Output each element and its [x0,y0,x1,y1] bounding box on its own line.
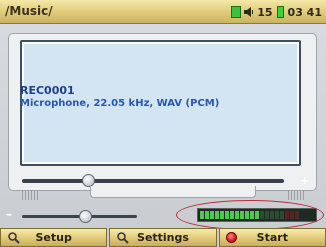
settings-label: Settings [137,231,189,244]
setup-label: Setup [35,231,72,244]
status-bar: /Music/ 15 03 41 [0,0,326,24]
hold-indicator-icon [231,6,242,18]
record-icon [225,232,237,243]
clock: 03 41 [287,5,322,19]
softkey-bar: Setup Settings Start [0,228,326,247]
magnifier-icon [117,232,130,244]
start-button[interactable]: Start [218,228,326,247]
highlight-circle [176,200,324,230]
speaker-grille-left [22,190,40,200]
magnifier-icon [8,232,20,244]
plus-icon: + [300,174,310,187]
status-indicators: 15 03 41 [231,4,322,20]
minus-icon: – [6,207,12,221]
speaker-grille-right [288,190,306,200]
setup-button[interactable]: Setup [0,228,108,247]
folder-path: /Music/ [5,4,53,18]
progress-track[interactable] [22,179,284,183]
settings-button[interactable]: Settings [109,228,217,247]
recording-filename: REC0001 [20,84,75,97]
panel-tab [90,186,256,198]
recording-source-info: Microphone, 22.05 kHz, WAV (PCM) [20,98,220,109]
speaker-icon [244,7,254,17]
volume-slider-knob[interactable] [79,210,93,223]
start-label: Start [256,231,288,244]
battery-icon [276,6,284,18]
volume-level: 15 [257,5,273,19]
